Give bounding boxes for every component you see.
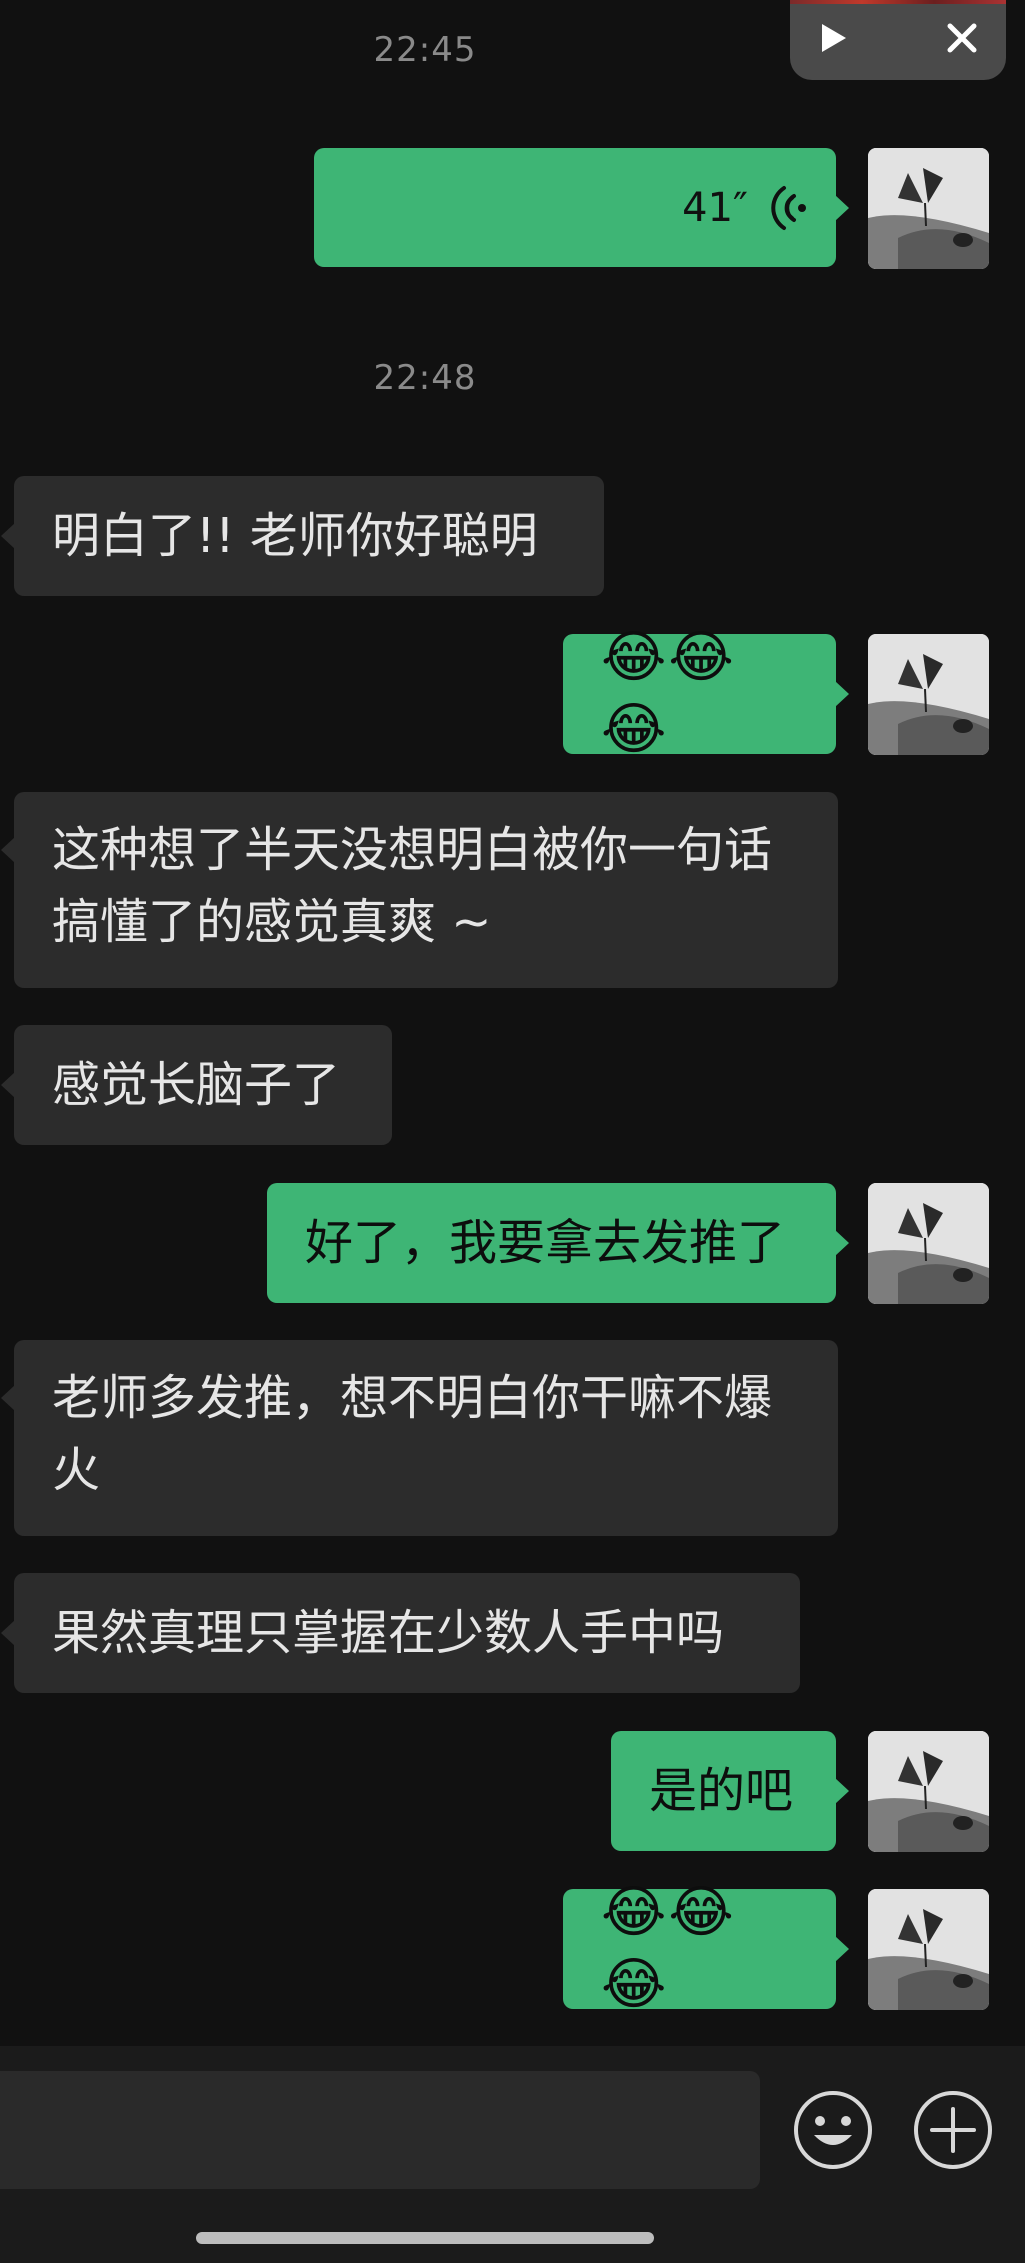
avatar[interactable] bbox=[868, 634, 989, 755]
cat-butterfly-avatar-icon bbox=[868, 148, 989, 269]
message-text: 果然真理只掌握在少数人手中吗 bbox=[52, 1605, 725, 1661]
voice-duration: 41″ bbox=[682, 184, 748, 231]
voice-message-bubble[interactable]: 41″ bbox=[314, 148, 849, 267]
message-text: 明白了!! 老师你好聪明 bbox=[52, 508, 538, 564]
avatar[interactable] bbox=[868, 1889, 989, 2010]
message-text: 好了，我要拿去发推了 bbox=[305, 1215, 786, 1271]
message-text: 😂😂😂 bbox=[601, 625, 736, 762]
cat-butterfly-avatar-icon bbox=[868, 1889, 989, 2010]
outgoing-message-bubble[interactable]: 是的吧 bbox=[611, 1731, 849, 1851]
emoji-icon[interactable] bbox=[792, 2089, 874, 2171]
incoming-message-bubble[interactable]: 这种想了半天没想明白被你一句话搞懂了的感觉真爽 ~ bbox=[1, 792, 838, 988]
cat-butterfly-avatar-icon bbox=[868, 634, 989, 755]
plus-icon[interactable] bbox=[912, 2089, 994, 2171]
message-text: 😂😂😂 bbox=[601, 1880, 736, 2017]
close-icon[interactable] bbox=[938, 14, 986, 62]
message-text: 感觉长脑子了 bbox=[52, 1057, 341, 1113]
avatar[interactable] bbox=[868, 1183, 989, 1304]
message-input[interactable] bbox=[0, 2071, 760, 2189]
outgoing-message-bubble[interactable]: 😂😂😂 bbox=[563, 1880, 849, 2017]
cat-butterfly-avatar-icon bbox=[868, 1731, 989, 1852]
message-text: 是的吧 bbox=[649, 1763, 794, 1819]
timestamp: 22:45 bbox=[373, 30, 477, 70]
incoming-message-bubble[interactable]: 果然真理只掌握在少数人手中吗 bbox=[1, 1573, 800, 1693]
timestamp: 22:48 bbox=[373, 358, 477, 398]
avatar[interactable] bbox=[868, 148, 989, 269]
cat-butterfly-avatar-icon bbox=[868, 1183, 989, 1304]
floating-thumbnail-strip bbox=[790, 0, 1006, 4]
incoming-message-bubble[interactable]: 老师多发推，想不明白你干嘛不爆火 bbox=[1, 1340, 838, 1536]
home-indicator[interactable] bbox=[196, 2232, 654, 2244]
outgoing-message-bubble[interactable]: 😂😂😂 bbox=[563, 625, 849, 762]
voice-wave-icon bbox=[771, 185, 806, 230]
avatar[interactable] bbox=[868, 1731, 989, 1852]
outgoing-message-bubble[interactable]: 好了，我要拿去发推了 bbox=[267, 1183, 849, 1303]
incoming-message-bubble[interactable]: 明白了!! 老师你好聪明 bbox=[1, 476, 604, 596]
message-text: 老师多发推，想不明白你干嘛不爆火 bbox=[52, 1370, 773, 1498]
message-text: 这种想了半天没想明白被你一句话搞懂了的感觉真爽 ~ bbox=[52, 822, 773, 950]
incoming-message-bubble[interactable]: 感觉长脑子了 bbox=[1, 1025, 392, 1145]
